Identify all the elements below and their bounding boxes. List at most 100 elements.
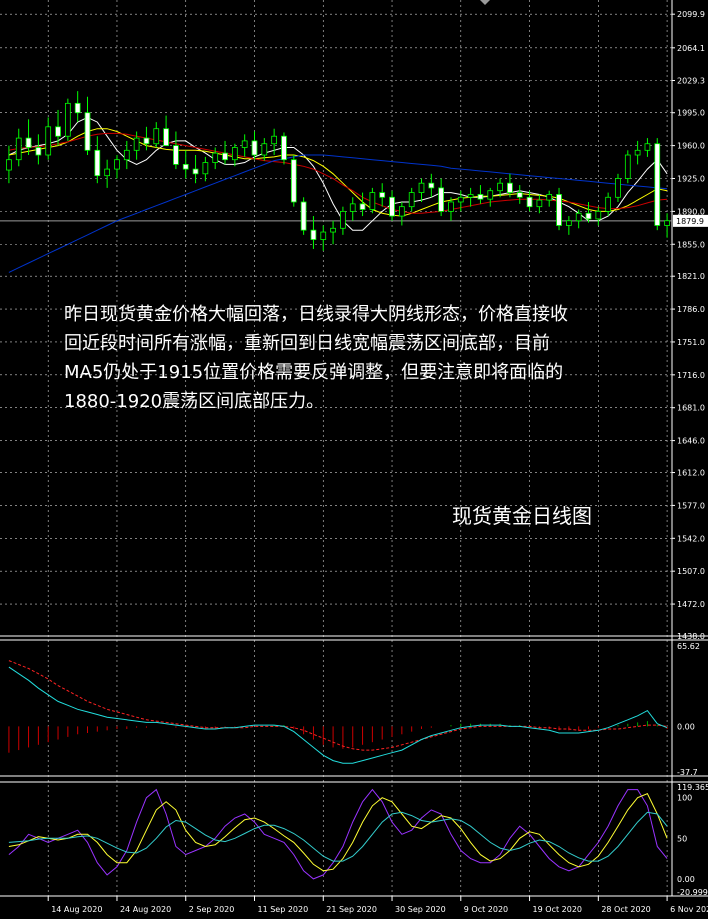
candle-body <box>634 149 641 156</box>
candle-body <box>104 168 111 177</box>
candle-body <box>349 203 356 212</box>
stochastic-tick-label: 50 <box>677 834 687 843</box>
candle-body <box>448 201 454 212</box>
candle-body <box>516 192 523 198</box>
candle-body <box>546 194 553 201</box>
price-tick-label: 1855.0 <box>677 240 705 249</box>
candle-body <box>45 126 52 156</box>
price-tick-label: 1786.0 <box>677 305 705 314</box>
time-tick-label: 21 Sep 2020 <box>326 905 377 914</box>
stochastic-panel <box>8 788 668 880</box>
candle-body <box>615 178 621 198</box>
price-tick-label: 2099.9 <box>677 10 705 19</box>
candle-body <box>428 182 435 189</box>
candle-body <box>300 201 307 231</box>
analysis-note: 昨日现货黄金价格大幅回落，日线录得大阴线形态，价格直接收 回近段时间所有涨幅，重… <box>64 300 664 416</box>
candle-body <box>644 143 651 151</box>
price-tick-label: 1577.0 <box>677 501 705 510</box>
candle-body <box>605 196 612 212</box>
candle-body <box>173 145 179 165</box>
candle-body <box>595 210 602 220</box>
candle-body <box>182 164 189 170</box>
candle-body <box>408 192 415 208</box>
candle-body <box>212 152 219 163</box>
time-tick-label: 14 Aug 2020 <box>51 905 102 914</box>
candle-body <box>526 196 533 208</box>
candle-body <box>585 212 592 220</box>
stochastic-line-fast <box>8 788 668 880</box>
candle-body <box>575 212 582 222</box>
gold-daily-chart: 2099.92064.12029.31995.01960.01925.01890… <box>0 0 708 914</box>
candle-body <box>35 147 42 156</box>
price-tick-label: 1542.0 <box>677 534 705 543</box>
price-tick-label: 2029.3 <box>677 77 705 86</box>
time-axis: 14 Aug 2020 24 Aug 2020 2 Sep 2020 11 Sep 2… <box>47 896 708 914</box>
candle-body <box>123 149 130 161</box>
time-tick-label: 11 Sep 2020 <box>258 905 309 914</box>
candle-body <box>222 152 228 161</box>
candle-body <box>281 135 287 161</box>
candle-body <box>320 231 327 240</box>
analysis-note-line: 昨日现货黄金价格大幅回落，日线录得大阴线形态，价格直接收 <box>64 304 568 325</box>
candle-body <box>261 143 268 156</box>
candle-body <box>340 210 346 229</box>
candlesticks <box>6 91 670 251</box>
macd-tick-label: 0.00 <box>677 722 695 731</box>
candle-body <box>25 137 32 148</box>
macd-signal-line <box>8 660 668 751</box>
candle-body <box>664 220 670 226</box>
scroll-marker[interactable] <box>480 0 490 5</box>
candle-body <box>457 196 464 203</box>
candle-body <box>398 206 405 217</box>
analysis-note-line: 1880-1920震荡区间底部压力。 <box>64 391 325 412</box>
candle-body <box>487 190 494 200</box>
candle-body <box>163 128 169 147</box>
candle-body <box>536 199 543 208</box>
candle-body <box>64 102 71 137</box>
candle-body <box>55 126 61 137</box>
price-tick-label: 1925.0 <box>677 174 705 183</box>
price-tick-label: 1716.0 <box>677 371 705 380</box>
candle-body <box>241 140 248 148</box>
macd-panel <box>8 660 668 764</box>
price-tick-label: 1472.0 <box>677 600 705 609</box>
time-tick-label: 30 Sep 2020 <box>395 905 446 914</box>
candle-body <box>507 182 513 193</box>
stochastic-tick-label: 119.365 <box>677 783 708 792</box>
stochastic-tick-label: -20.999 <box>677 888 708 897</box>
candle-body <box>153 128 160 145</box>
candle-body <box>15 137 22 161</box>
price-tick-label: 1995.0 <box>677 109 705 118</box>
candle-body <box>310 229 317 240</box>
time-tick-label: 24 Aug 2020 <box>120 905 171 914</box>
candle-body <box>74 102 81 114</box>
time-tick-label: 28 Oct 2020 <box>601 905 650 914</box>
price-axis: 2099.92064.12029.31995.01960.01925.01890… <box>672 10 708 897</box>
price-tick-label: 2064.1 <box>677 44 705 53</box>
candle-body <box>251 140 258 156</box>
price-tick-label: 1646.0 <box>677 437 705 446</box>
candle-body <box>654 143 661 226</box>
candle-body <box>389 196 395 217</box>
moving-average-lines <box>8 116 668 273</box>
candle-body <box>143 137 150 145</box>
candle-body <box>133 137 140 151</box>
price-tick-label: 1960.0 <box>677 142 705 151</box>
price-tick-label: 1612.0 <box>677 469 705 478</box>
macd-tick-label: -37.7 <box>677 768 698 777</box>
price-tick-label: 1438.0 <box>677 632 705 641</box>
price-tick-label: 1751.0 <box>677 338 705 347</box>
chart-shift-marker[interactable] <box>480 0 490 5</box>
candle-body <box>290 159 297 203</box>
stochastic-tick-label: 100 <box>677 794 692 803</box>
candle-body <box>202 162 209 175</box>
analysis-note-line: 回近段时间所有涨幅，重新回到日线宽幅震荡区间底部，目前 <box>64 333 550 354</box>
candle-body <box>556 194 562 226</box>
candle-body <box>94 149 101 177</box>
candle-body <box>84 112 91 151</box>
candle-body <box>114 159 120 170</box>
candle-body <box>379 192 386 198</box>
candle-body <box>418 182 425 193</box>
macd-tick-label: 65.62 <box>677 642 700 651</box>
candle-body <box>330 227 336 233</box>
